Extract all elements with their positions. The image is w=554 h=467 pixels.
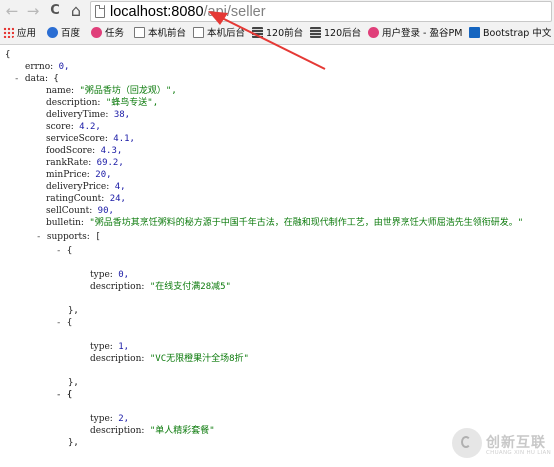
bookmark-120-front[interactable]: 120前台 (252, 26, 303, 42)
address-path: /api/seller (203, 4, 266, 20)
bookmark-label: Bootstrap 中文 (483, 28, 552, 39)
json-key: data: (24, 74, 48, 84)
home-icon[interactable]: ⌂ (67, 2, 85, 20)
json-array-item-close: }, (68, 438, 79, 448)
json-array-item-open: - { (56, 390, 73, 400)
bookmark-bootstrap[interactable]: Bootstrap 中文 (469, 26, 551, 42)
bookmark-label: 应用 (17, 28, 37, 39)
watermark-logo: 创新互联 CHUANG XIN HU LIAN (452, 428, 552, 462)
address-bar[interactable]: localhost:8080/api/seller (90, 1, 552, 22)
apps-icon (3, 27, 14, 38)
bootstrap-icon (469, 27, 480, 38)
bookmark-label: 任务 (105, 28, 125, 39)
bookmark-user-login[interactable]: 用户登录 - 盈谷PM (368, 26, 462, 42)
json-line-bulletin: bulletin: "粥品香坊其烹饪粥料的秘方源于中国千年古法，在融和现代制作工… (46, 218, 524, 228)
bookmark-task[interactable]: 任务 (91, 26, 124, 42)
bookmark-label: 百度 (61, 28, 81, 39)
baidu-icon (47, 27, 58, 38)
bookmark-label: 本机前台 (148, 28, 187, 39)
bookmark-local-front[interactable]: 本机前台 (134, 26, 186, 42)
bookmark-baidu[interactable]: 百度 (47, 26, 80, 42)
collapse-toggle[interactable]: - (56, 390, 61, 400)
task-icon (91, 27, 102, 38)
json-array-item-open: - { (56, 318, 73, 328)
bookmark-label: 本机后台 (207, 28, 246, 39)
watermark-text: 创新互联 (486, 435, 546, 451)
film-icon (252, 27, 263, 38)
browser-toolbar: ← → C ⌂ localhost:8080/api/seller (0, 0, 554, 24)
address-host: localhost:8080 (110, 4, 204, 20)
watermark-logo-icon (452, 428, 482, 458)
bookmark-apps[interactable]: 应用 (3, 26, 36, 42)
address-url[interactable]: localhost:8080/api/seller (110, 3, 266, 21)
document-icon (134, 27, 145, 38)
json-key: supports: (46, 232, 90, 242)
back-arrow-icon[interactable]: ← (3, 2, 21, 20)
reload-icon[interactable]: C (46, 2, 64, 20)
bookmark-label: 用户登录 - 盈谷PM (382, 28, 463, 39)
collapse-toggle[interactable]: - (36, 232, 41, 242)
json-root-open: { (5, 50, 11, 60)
json-key: errno: (25, 62, 54, 72)
json-viewer: { errno: 0, - data: { name: "粥品香坊（回龙观）",… (0, 45, 554, 467)
collapse-toggle[interactable]: - (56, 318, 61, 328)
json-value: 0, (58, 62, 70, 72)
film-icon (310, 27, 321, 38)
document-icon (193, 27, 204, 38)
bookmark-label: 120后台 (324, 28, 362, 39)
json-line-description: description: "在线支付满28减5" (90, 282, 231, 292)
bookmark-120-back[interactable]: 120后台 (310, 26, 361, 42)
user-icon (368, 27, 379, 38)
page-icon (95, 5, 105, 18)
forward-arrow-icon[interactable]: → (24, 2, 42, 20)
bookmarks-bar: 应用 百度 任务 本机前台 本机后台 120前台 120后台 用户登录 - 盈谷… (0, 24, 554, 45)
json-line-description: description: "VC无限橙果汁全场8折" (90, 354, 249, 364)
json-line-supports: - supports: [ (36, 232, 101, 242)
json-array-item-open: - { (56, 246, 73, 256)
bookmark-label: 120前台 (266, 28, 304, 39)
watermark-subtext: CHUANG XIN HU LIAN (486, 450, 552, 456)
bookmark-local-back[interactable]: 本机后台 (193, 26, 245, 42)
collapse-toggle[interactable]: - (56, 246, 61, 256)
json-line-description: description: "单人精彩套餐" (90, 426, 215, 436)
collapse-toggle[interactable]: - (14, 74, 19, 84)
